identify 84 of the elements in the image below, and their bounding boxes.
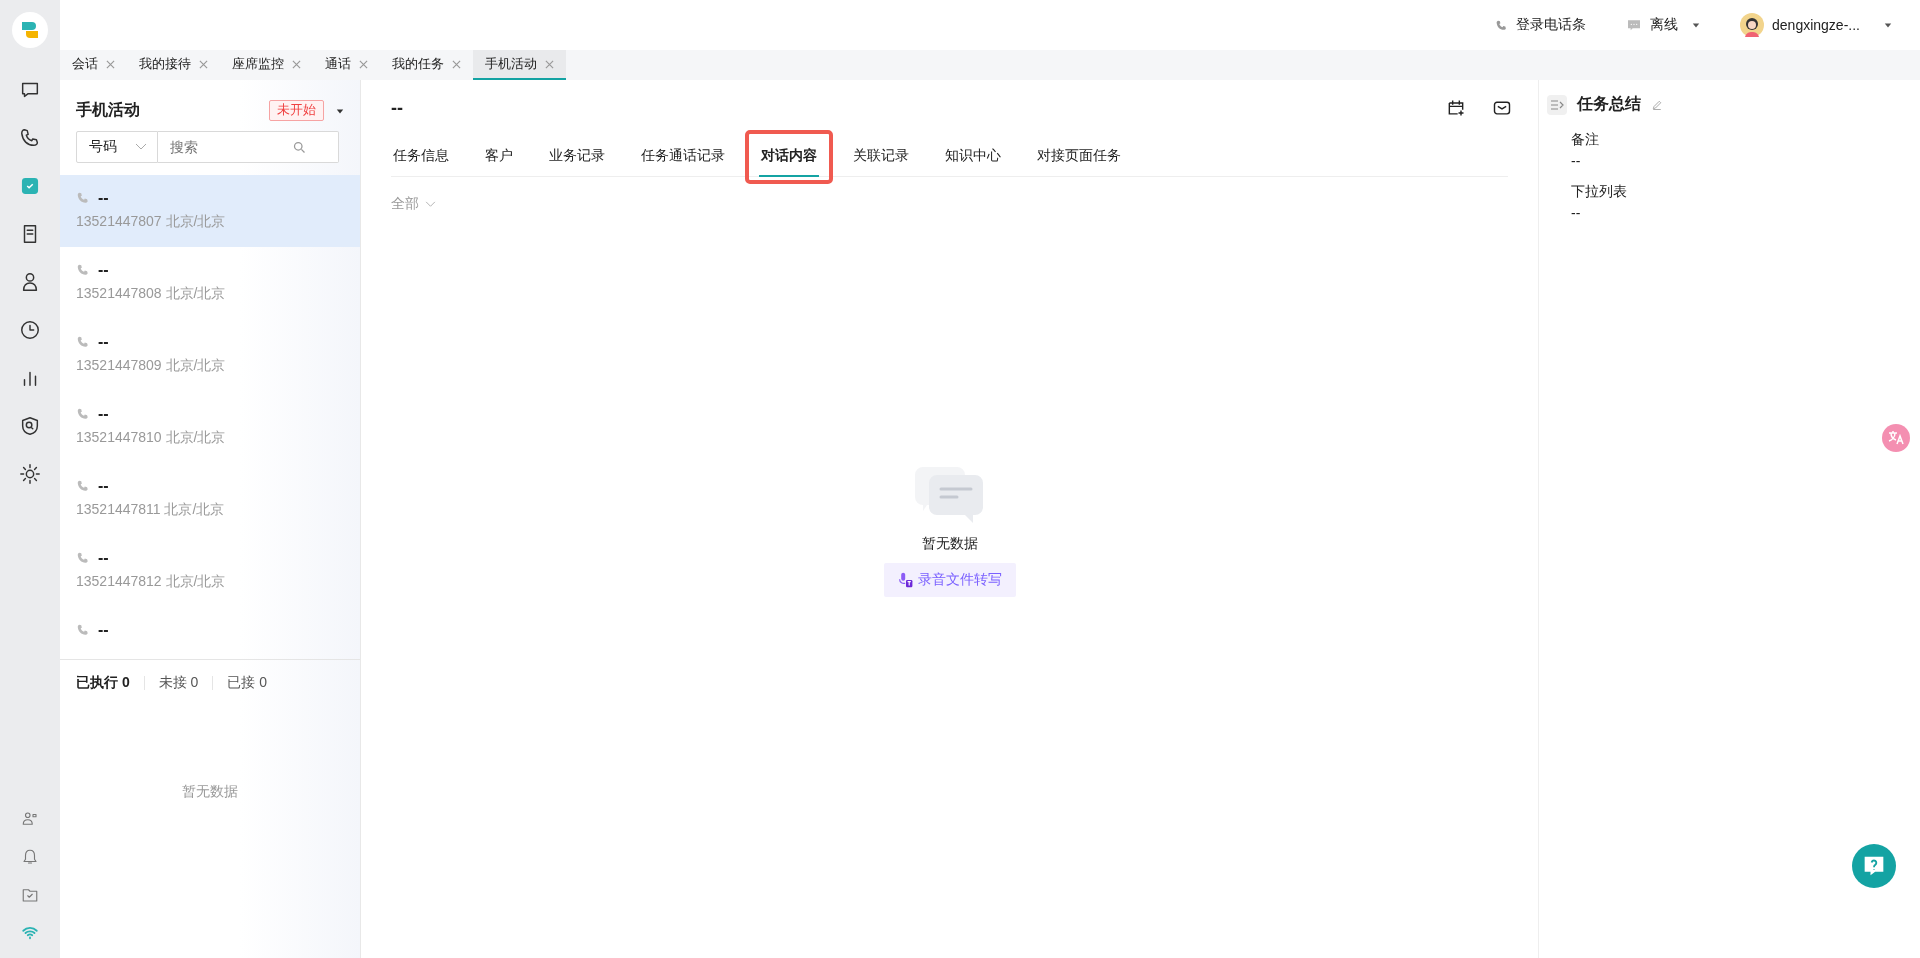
summary-title: 任务总结 [1577, 94, 1641, 114]
phone-icon [76, 407, 90, 421]
page-tab[interactable]: 手机活动 [473, 50, 566, 80]
phone-icon [76, 551, 90, 565]
contact-name: -- [98, 621, 109, 639]
content-tab[interactable]: 业务记录 [547, 136, 607, 177]
close-icon[interactable] [545, 59, 554, 69]
call-list-item[interactable]: -- 13521447809 北京/北京 [60, 319, 360, 391]
stat-tab[interactable]: 未接 0 [158, 674, 199, 692]
content-tab[interactable]: 任务通话记录 [639, 136, 727, 177]
stat-tab[interactable]: 已接 0 [227, 674, 268, 692]
contact-name: -- [98, 333, 109, 351]
phone-icon [76, 335, 90, 349]
close-icon[interactable] [199, 59, 208, 69]
phone-location: 13521447807 北京/北京 [76, 213, 227, 231]
search-input[interactable]: 搜索 [168, 138, 292, 156]
page-tab[interactable]: 我的任务 [380, 50, 473, 80]
contact-name: -- [98, 549, 109, 567]
phone-location: 13521447812 北京/北京 [76, 573, 227, 591]
phone-location: 13521447810 北京/北京 [76, 429, 227, 447]
app-logo-icon [12, 12, 48, 48]
content-tab[interactable]: 对接页面任务 [1035, 136, 1123, 177]
call-list-item[interactable]: -- 13521447810 北京/北京 [60, 391, 360, 463]
caret-icon[interactable] [336, 106, 344, 115]
content-tab[interactable]: 知识中心 [943, 136, 1003, 177]
mail-icon[interactable] [1492, 98, 1512, 118]
field-value: -- [1571, 205, 1582, 221]
status-badge: 未开始 [269, 100, 324, 121]
search-field[interactable]: 搜索 [158, 131, 339, 163]
translate-icon[interactable] [1882, 424, 1910, 452]
phone-icon [76, 263, 90, 277]
phone-icon [76, 191, 90, 205]
status-dropdown[interactable]: 离线 [1626, 16, 1701, 34]
collapse-icon[interactable] [1547, 94, 1567, 115]
call-list-item[interactable]: -- 13521447807 北京/北京 [60, 175, 360, 247]
type-select[interactable]: 号码 [76, 131, 158, 163]
call-list-item[interactable]: -- [60, 607, 360, 659]
call-list-item[interactable]: -- 13521447808 北京/北京 [60, 247, 360, 319]
calendar-add-icon[interactable] [1446, 98, 1466, 118]
phone-location: 13521447809 北京/北京 [76, 357, 227, 375]
phone-location: 13521447808 北京/北京 [76, 285, 227, 303]
close-icon[interactable] [292, 59, 301, 69]
phone-login-button[interactable]: 登录电话条 [1495, 16, 1587, 34]
field-value: -- [1571, 153, 1582, 169]
phone-icon [1495, 18, 1509, 32]
record-title: -- [391, 97, 403, 119]
field-label: 下拉列表 [1571, 183, 1628, 201]
transcribe-button[interactable]: 录音文件转写 [883, 563, 1016, 597]
edit-icon[interactable] [1651, 98, 1663, 111]
page-tab[interactable]: 座席监控 [220, 50, 313, 80]
content-tab[interactable]: 关联记录 [851, 136, 911, 177]
page-tab[interactable]: 通话 [313, 50, 380, 80]
chevron-down-icon [135, 143, 147, 151]
phone-icon [76, 479, 90, 493]
stat-tab[interactable]: 已执行 0 [76, 674, 130, 692]
panel-title: 手机活动 [76, 100, 141, 120]
phone-location: 13521447811 北京/北京 [76, 501, 226, 519]
contact-name: -- [98, 405, 109, 423]
content-tab[interactable]: 任务信息 [391, 136, 451, 177]
field-label: 备注 [1571, 131, 1600, 149]
contact-name: -- [98, 189, 109, 207]
phone-icon [76, 623, 90, 637]
empty-chat-icon [914, 465, 985, 525]
help-button[interactable] [1852, 844, 1896, 888]
caret-icon [1884, 21, 1892, 29]
chevron-down-icon [425, 200, 436, 208]
search-icon[interactable] [292, 139, 307, 155]
empty-text: 暂无数据 [182, 783, 238, 801]
call-list-item[interactable]: -- 13521447811 北京/北京 [60, 463, 360, 535]
page-tab[interactable]: 会话 [60, 50, 127, 80]
caret-icon [1692, 21, 1701, 29]
avatar-icon [1740, 13, 1765, 37]
page-tab[interactable]: 我的接待 [127, 50, 220, 80]
close-icon[interactable] [106, 59, 115, 69]
contact-name: -- [98, 261, 109, 279]
close-icon[interactable] [359, 59, 368, 69]
contact-name: -- [98, 477, 109, 495]
content-tab[interactable]: 对话内容 [759, 136, 819, 177]
user-menu[interactable]: dengxingze-... [1740, 13, 1892, 37]
microphone-icon [897, 572, 914, 588]
empty-text: 暂无数据 [921, 535, 978, 553]
close-icon[interactable] [452, 59, 461, 69]
content-tab[interactable]: 客户 [483, 136, 515, 177]
call-list-item[interactable]: -- 13521447812 北京/北京 [60, 535, 360, 607]
